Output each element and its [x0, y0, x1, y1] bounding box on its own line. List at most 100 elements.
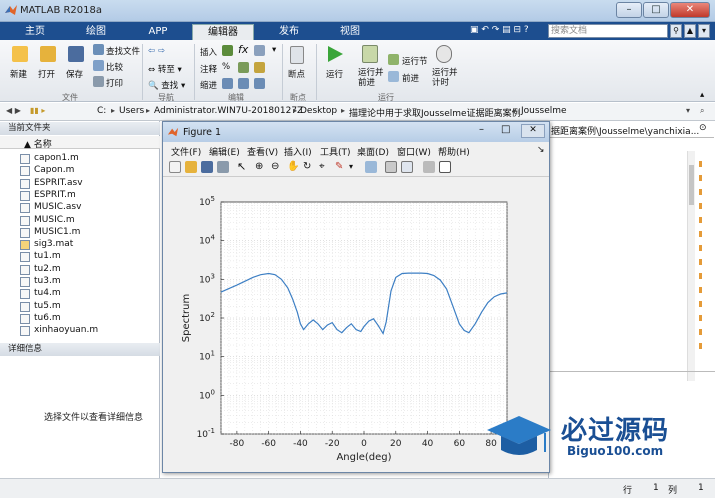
name-column-header[interactable]: ▲ 名称 — [24, 137, 52, 150]
insert-dropdown-icon[interactable] — [254, 45, 265, 56]
tab-publish[interactable]: 发布 — [258, 24, 320, 40]
breadcrumb-folder[interactable]: 描理论中用于求取Jousselme证据距离案例 — [349, 106, 521, 119]
run-section-button[interactable]: 运行节 — [402, 55, 428, 67]
collapse-ribbon-icon[interactable]: ▴ — [700, 90, 704, 100]
file-list-item[interactable]: tu4.m — [34, 288, 61, 298]
file-list-item[interactable]: MUSIC1.m — [34, 227, 80, 237]
close-button[interactable]: ✕ — [670, 2, 710, 18]
browse-icon[interactable]: ⌕ — [700, 106, 704, 116]
run-and-advance-button[interactable]: 运行并 前进 — [358, 68, 384, 88]
breakpoints-button[interactable]: 断点 — [288, 68, 305, 80]
editor-menu-icon[interactable]: ⊙ — [699, 123, 707, 133]
breadcrumb-jousselme[interactable]: Jousselme — [521, 106, 567, 116]
smart-indent-icon[interactable] — [222, 78, 233, 89]
menu-view[interactable]: 查看(V) — [247, 145, 278, 158]
breadcrumb-desktop[interactable]: Desktop — [300, 106, 337, 116]
indent-button[interactable]: 缩进 — [200, 79, 217, 91]
zoom-in-icon[interactable]: ⊕ — [255, 161, 267, 173]
nav-back-icon[interactable]: ◀ ▶ — [6, 106, 21, 115]
file-list-item[interactable]: xinhaoyuan.m — [34, 325, 98, 335]
colorbar-icon[interactable] — [385, 161, 397, 173]
link-plot-icon[interactable] — [365, 161, 377, 173]
menu-insert[interactable]: 插入(I) — [284, 145, 312, 158]
fx-icon[interactable]: fx — [238, 43, 248, 56]
find-files-button[interactable]: 查找文件 — [106, 45, 140, 57]
new-button[interactable]: 新建 — [10, 68, 27, 80]
breadcrumb-c[interactable]: C: — [97, 106, 106, 116]
brush-dropdown-icon[interactable]: ▾ — [349, 161, 361, 173]
tab-plots[interactable]: 绘图 — [66, 24, 126, 40]
notification-icon[interactable]: ▲ — [684, 24, 696, 38]
menu-dock-icon[interactable]: ↘ — [537, 145, 545, 155]
file-list-item[interactable]: capon1.m — [34, 153, 79, 163]
tab-editor[interactable]: 编辑器 — [192, 24, 254, 40]
file-list-item[interactable]: tu5.m — [34, 301, 61, 311]
menu-window[interactable]: 窗口(W) — [397, 145, 431, 158]
compare-button[interactable]: 比较 — [106, 61, 123, 73]
code-analyzer-markers[interactable] — [699, 161, 702, 351]
advance-button[interactable]: 前进 — [402, 72, 419, 84]
file-list-item[interactable]: tu2.m — [34, 264, 61, 274]
figure-title-bar[interactable]: Figure 1 – □ ✕ — [163, 122, 549, 142]
figure-maximize-button[interactable]: □ — [501, 124, 510, 135]
file-list-item[interactable]: Capon.m — [34, 165, 74, 175]
find-button[interactable]: 🔍 查找 ▾ — [148, 79, 185, 91]
scroll-thumb[interactable] — [689, 165, 694, 205]
file-list-item[interactable]: MUSIC.asv — [34, 202, 81, 212]
edit-plot-icon[interactable]: ↖ — [237, 161, 249, 173]
tab-view[interactable]: 视图 — [324, 24, 376, 40]
breadcrumb-users[interactable]: Users — [119, 106, 144, 116]
file-list-item[interactable]: MUSIC.m — [34, 215, 75, 225]
file-list-item[interactable]: ESPRIT.asv — [34, 178, 83, 188]
hide-plot-tools-icon[interactable] — [423, 161, 435, 173]
save-button[interactable]: 保存 — [66, 68, 83, 80]
data-cursor-icon[interactable]: ⌖ — [319, 161, 331, 173]
address-dropdown-icon[interactable]: ▾ — [686, 106, 690, 115]
file-list-item[interactable]: tu3.m — [34, 276, 61, 286]
legend-icon[interactable] — [401, 161, 413, 173]
dropdown-icon[interactable]: ▾ — [698, 24, 710, 38]
indent-left-icon[interactable] — [254, 78, 265, 89]
print-button[interactable]: 打印 — [106, 77, 123, 89]
brush-icon[interactable]: ✎ — [335, 161, 347, 173]
comment-button[interactable]: 注释 — [200, 63, 217, 75]
file-list-item[interactable]: tu6.m — [34, 313, 61, 323]
open-file-icon[interactable] — [185, 161, 197, 173]
maximize-button[interactable]: □ — [643, 2, 669, 18]
folder-up-icon[interactable]: ▮▮ ▸ — [30, 106, 45, 115]
pan-icon[interactable]: ✋ — [287, 161, 299, 173]
tab-home[interactable]: 主页 — [8, 24, 62, 40]
show-plot-tools-icon[interactable] — [439, 161, 451, 173]
quick-access-toolbar[interactable]: ▣ ↶ ↷ ▤ ⊟ ? — [470, 25, 529, 35]
run-button[interactable]: 运行 — [326, 68, 343, 80]
figure-close-button[interactable]: ✕ — [521, 124, 545, 138]
menu-edit[interactable]: 编辑(E) — [209, 145, 240, 158]
insert-menu-arrow-icon[interactable]: ▾ — [272, 45, 276, 55]
search-icon[interactable]: ⚲ — [670, 24, 682, 38]
rotate-icon[interactable]: ↻ — [303, 161, 315, 173]
menu-tools[interactable]: 工具(T) — [320, 145, 351, 158]
menu-help[interactable]: 帮助(H) — [438, 145, 470, 158]
open-button[interactable]: 打开 — [38, 68, 55, 80]
comment-percent-icon[interactable]: % — [222, 62, 230, 72]
go-to-button[interactable]: ⇔ 转至 ▾ — [148, 63, 182, 75]
zoom-out-icon[interactable]: ⊖ — [271, 161, 283, 173]
file-list-item[interactable]: tu1.m — [34, 251, 61, 261]
file-list-item[interactable]: sig3.mat — [34, 239, 73, 249]
figure-minimize-button[interactable]: – — [479, 124, 484, 135]
file-list-item[interactable]: ESPRIT.m — [34, 190, 76, 200]
back-icon[interactable]: ⇦ ⇨ — [148, 46, 165, 56]
menu-file[interactable]: 文件(F) — [171, 145, 201, 158]
wrap-comment-icon[interactable] — [254, 62, 265, 73]
run-and-time-button[interactable]: 运行并 计时 — [432, 68, 458, 88]
menu-desktop[interactable]: 桌面(D) — [357, 145, 389, 158]
insert-button[interactable]: 插入 — [200, 46, 217, 58]
new-figure-icon[interactable] — [169, 161, 181, 173]
insert-section-icon[interactable] — [222, 45, 233, 56]
search-input[interactable]: 搜索文档 — [548, 24, 668, 38]
indent-right-icon[interactable] — [238, 78, 249, 89]
uncomment-icon[interactable] — [238, 62, 249, 73]
breadcrumb-user[interactable]: Administrator.WIN7U-20180127Z — [154, 106, 303, 116]
print-figure-icon[interactable] — [217, 161, 229, 173]
tab-apps[interactable]: APP — [130, 24, 186, 40]
